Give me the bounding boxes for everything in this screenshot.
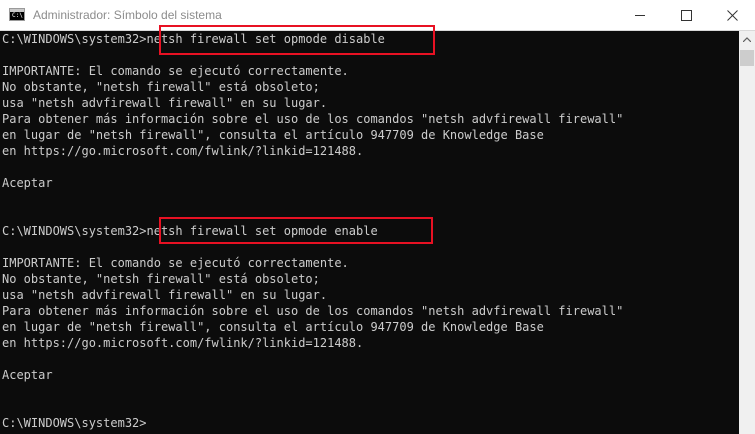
highlight-enable-command: [159, 217, 433, 244]
chevron-up-icon: [743, 37, 751, 42]
close-button[interactable]: [709, 0, 755, 31]
console-line: usa "netsh advfirewall firewall" en su l…: [2, 96, 328, 110]
scrollbar-thumb[interactable]: [740, 50, 754, 66]
close-icon: [727, 10, 738, 21]
console-line: en https://go.microsoft.com/fwlink/?link…: [2, 336, 364, 350]
highlight-disable-command: [159, 25, 435, 55]
console-line: en lugar de "netsh firewall", consulta e…: [2, 128, 544, 142]
console-line: Aceptar: [2, 368, 53, 382]
minimize-icon: [635, 15, 645, 16]
console-line: IMPORTANTE: El comando se ejecutó correc…: [2, 256, 349, 270]
cmd-icon[interactable]: C:\: [9, 8, 25, 21]
console-line: Aceptar: [2, 176, 53, 190]
console-line: Para obtener más información sobre el us…: [2, 112, 624, 126]
console-line: No obstante, "netsh firewall" está obsol…: [2, 272, 320, 286]
console-line: en https://go.microsoft.com/fwlink/?link…: [2, 144, 364, 158]
maximize-button[interactable]: [663, 0, 709, 31]
maximize-icon: [681, 10, 692, 21]
vertical-scrollbar[interactable]: [739, 31, 755, 434]
console-line: usa "netsh advfirewall firewall" en su l…: [2, 288, 328, 302]
scroll-up-button[interactable]: [739, 31, 755, 48]
cmd-window: C:\ Administrador: Símbolo del sistema C…: [0, 0, 755, 434]
console-line: No obstante, "netsh firewall" está obsol…: [2, 80, 320, 94]
console-line: en lugar de "netsh firewall", consulta e…: [2, 320, 544, 334]
console-line: Para obtener más información sobre el us…: [2, 304, 624, 318]
console-line: IMPORTANTE: El comando se ejecutó correc…: [2, 64, 349, 78]
console-line: C:\WINDOWS\system32>: [2, 416, 147, 430]
minimize-button[interactable]: [617, 0, 663, 31]
